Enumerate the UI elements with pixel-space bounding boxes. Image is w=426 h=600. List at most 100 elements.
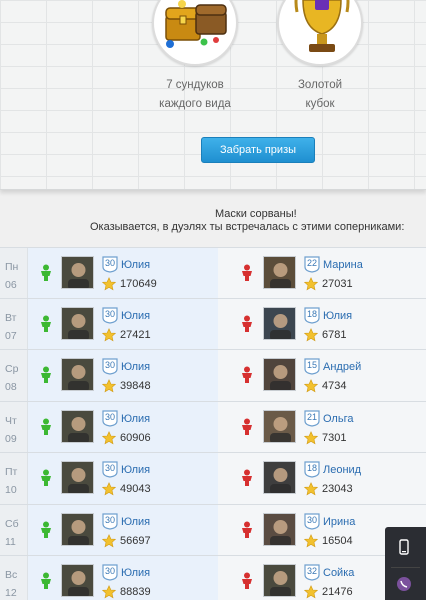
level-number: 30 — [104, 258, 115, 268]
player-score: 27421 — [120, 328, 151, 341]
player-score: 6781 — [322, 328, 347, 341]
avatar[interactable] — [61, 512, 94, 546]
star-icon — [303, 327, 319, 342]
star-icon — [303, 430, 319, 445]
player-name-link[interactable]: Юлия — [121, 567, 150, 579]
phone-icon[interactable] — [393, 537, 415, 559]
avatar[interactable] — [263, 256, 296, 289]
prize-chests-line1: 7 сундуков — [166, 79, 224, 91]
player-name-link[interactable]: Леонид — [323, 464, 361, 476]
viber-icon[interactable] — [393, 573, 415, 595]
avatar[interactable] — [61, 256, 94, 289]
player-score: 4734 — [322, 380, 347, 392]
player-score: 49043 — [120, 483, 151, 495]
level-number: 18 — [306, 308, 317, 319]
star-icon — [101, 277, 117, 291]
avatar[interactable] — [263, 409, 296, 443]
claim-prizes-button[interactable]: Забрать призы — [201, 137, 315, 163]
player-name-link[interactable]: Ирина — [323, 516, 355, 528]
player-name-link[interactable]: Юлия — [121, 259, 150, 271]
player-score: 27031 — [322, 278, 353, 290]
player-name-link[interactable]: Андрей — [323, 361, 361, 373]
level-number: 22 — [306, 258, 317, 268]
day-cell: Чт 09 — [0, 401, 28, 452]
golden-cup-icon — [277, 0, 363, 66]
player-name-link[interactable]: Юлия — [323, 310, 352, 322]
day-date: 10 — [5, 484, 17, 496]
level-badge: 30 — [304, 512, 320, 530]
loser-person-icon — [241, 572, 253, 590]
star-icon — [101, 533, 117, 548]
level-number: 15 — [306, 360, 317, 370]
treasure-chests-icon — [152, 0, 238, 66]
avatar[interactable] — [61, 358, 94, 391]
level-number: 30 — [104, 411, 115, 422]
avatar[interactable] — [263, 564, 296, 597]
day-name: Сб — [5, 517, 19, 530]
player-score: 21476 — [322, 586, 353, 598]
player-name-link[interactable]: Марина — [323, 259, 363, 271]
player-score: 23043 — [322, 483, 353, 495]
day-date: 09 — [5, 432, 17, 445]
day-cell: Пт 10 — [0, 453, 28, 504]
day-date: 11 — [5, 535, 16, 548]
level-number: 30 — [104, 514, 115, 525]
player-name-link[interactable]: Ольга — [323, 413, 353, 425]
level-number: 30 — [306, 514, 317, 525]
star-icon — [303, 482, 319, 496]
prize-chests-label: 7 сундуков каждого вида — [130, 76, 260, 114]
star-icon — [303, 277, 319, 291]
day-date: 12 — [5, 587, 17, 599]
duel-left-half — [28, 298, 230, 349]
day-name: Ср — [5, 363, 19, 375]
day-cell: Вс 12 — [0, 556, 28, 600]
day-cell: Вт 07 — [0, 298, 28, 349]
level-badge: 18 — [304, 461, 320, 478]
winner-person-icon — [40, 521, 52, 539]
level-badge: 30 — [102, 306, 118, 324]
avatar[interactable] — [61, 306, 94, 340]
duel-left-half — [28, 350, 230, 401]
duel-row: Вт 07 30 Юлия 27421 18 Юлия 6781 — [0, 298, 426, 350]
avatar[interactable] — [263, 358, 296, 391]
winner-person-icon — [40, 418, 52, 436]
level-badge: 30 — [102, 358, 118, 375]
level-number: 30 — [104, 463, 115, 473]
player-name-link[interactable]: Юлия — [121, 361, 150, 373]
avatar[interactable] — [263, 461, 296, 494]
player-name-link[interactable]: Сойка — [323, 567, 354, 579]
avatar[interactable] — [61, 461, 94, 494]
avatar[interactable] — [263, 306, 296, 340]
player-name-link[interactable]: Юлия — [121, 516, 150, 528]
level-badge: 30 — [102, 409, 118, 427]
day-name: Чт — [5, 414, 17, 427]
day-name: Пн — [5, 261, 19, 273]
prize-cup-label: Золотой кубок — [255, 76, 385, 114]
avatar[interactable] — [263, 512, 296, 546]
prize-chests-line2: каждого вида — [159, 98, 231, 110]
level-badge: 21 — [304, 409, 320, 427]
level-number: 21 — [306, 411, 317, 422]
level-badge: 30 — [102, 512, 118, 530]
side-widget-divider — [391, 567, 420, 568]
player-score: 16504 — [322, 534, 353, 547]
loser-person-icon — [241, 264, 253, 282]
duel-left-half — [28, 248, 230, 298]
player-name-link[interactable]: Юлия — [121, 310, 150, 322]
level-badge: 32 — [304, 564, 320, 581]
duel-row: Чт 09 30 Юлия 60906 21 Ольга 7301 — [0, 401, 426, 453]
duels-list: Пн 06 30 Юлия 170649 22 Марина 27031 Вт 07 30 Юлия 2… — [0, 247, 426, 600]
level-number: 30 — [104, 566, 115, 576]
day-date: 08 — [5, 381, 17, 393]
star-icon — [303, 533, 319, 548]
message-title: Маски сорваны! — [215, 208, 297, 220]
duel-left-half — [28, 504, 230, 555]
loser-person-icon — [241, 469, 253, 487]
avatar[interactable] — [61, 409, 94, 443]
level-badge: 22 — [304, 256, 320, 273]
winner-person-icon — [40, 315, 52, 333]
avatar[interactable] — [61, 564, 94, 597]
player-name-link[interactable]: Юлия — [121, 413, 150, 425]
player-name-link[interactable]: Юлия — [121, 464, 150, 476]
loser-person-icon — [241, 521, 253, 539]
